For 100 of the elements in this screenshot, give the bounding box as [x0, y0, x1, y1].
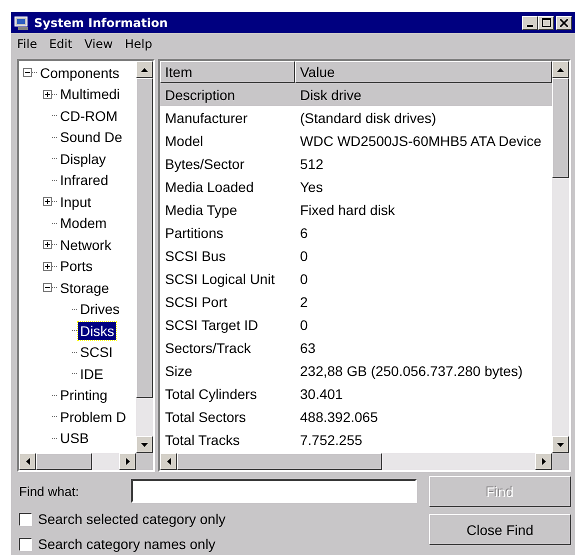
tree-item[interactable]: Ports — [58, 257, 95, 276]
table-cell-text: 488.392.065 — [299, 408, 379, 424]
up-arrow-icon — [141, 68, 148, 72]
tree-item[interactable]: Multimedi — [58, 85, 122, 104]
column-header[interactable]: Item — [160, 61, 295, 83]
minimize-icon — [527, 24, 533, 26]
scroll-right-button[interactable] — [535, 453, 552, 470]
table-cell-text: Manufacturer — [164, 110, 248, 126]
tree-item[interactable]: IDE — [78, 364, 106, 383]
up-arrow-icon — [557, 68, 564, 72]
tree-item[interactable]: Components — [38, 64, 122, 82]
close-button[interactable] — [556, 16, 572, 30]
right-arrow-icon — [126, 458, 130, 465]
scroll-up-button[interactable] — [136, 61, 153, 78]
expand-icon[interactable] — [43, 90, 52, 99]
table-cell-text: Description — [164, 86, 236, 102]
table-cell-text: Sectors/Track — [164, 340, 252, 356]
right-arrow-icon — [542, 458, 546, 465]
scroll-left-button[interactable] — [160, 453, 177, 470]
table-cell-text: Total Tracks — [164, 432, 241, 448]
table-cell-text: WDC WD2500JS-60MHB5 ATA Device — [299, 132, 542, 148]
window-title: System Information — [34, 16, 169, 30]
table-cell-text: 0 — [299, 270, 309, 286]
menu-item[interactable]: Help — [124, 37, 152, 51]
scrollbar-thumb[interactable] — [177, 453, 382, 470]
table-cell-text: 512 — [299, 156, 324, 172]
table-cell-text: 2 — [299, 294, 309, 310]
scrollbar-thumb[interactable] — [552, 78, 569, 178]
table-cell-text: Bytes/Sector — [164, 156, 246, 172]
scroll-up-button[interactable] — [552, 61, 569, 78]
table-cell-text: 30.401 — [299, 386, 344, 402]
left-arrow-icon — [26, 458, 30, 465]
scrollbar-thumb[interactable] — [36, 453, 92, 470]
tree-item[interactable]: Input — [58, 192, 94, 211]
table-cell-text: 7.752.255 — [299, 432, 364, 448]
tree-item[interactable]: Network — [58, 236, 114, 254]
close-find-button[interactable]: Close Find — [429, 514, 571, 545]
expand-icon[interactable] — [43, 197, 52, 206]
find-field[interactable] — [131, 479, 417, 503]
tree-item[interactable]: Infrared — [58, 171, 110, 190]
scroll-left-button[interactable] — [19, 453, 36, 470]
collapse-icon[interactable] — [43, 283, 52, 292]
column-header[interactable]: Value — [295, 61, 552, 83]
table-cell-text: SCSI Bus — [164, 248, 227, 264]
tree-item[interactable]: USB — [58, 429, 91, 448]
table-cell-text: Yes — [299, 178, 324, 194]
tree-item[interactable]: Printing — [58, 386, 110, 404]
tree-item[interactable]: Sound De — [58, 128, 124, 146]
table-cell-text: Size — [164, 362, 194, 378]
table-cell-text: 232,88 GB (250.056.737.280 bytes) — [299, 362, 524, 378]
selected-row[interactable]: Description Disk drive — [160, 83, 552, 106]
table-cell-text: Model — [164, 132, 204, 148]
table-cell-text: Total Cylinders — [164, 386, 258, 402]
left-arrow-icon — [166, 458, 170, 465]
table-cell-text: Disk drive — [299, 86, 362, 102]
computer-icon — [14, 14, 30, 30]
table-cell-text: Partitions — [164, 224, 224, 240]
expand-icon[interactable] — [43, 240, 52, 250]
tree-item[interactable]: CD-ROM — [58, 106, 120, 125]
tree-item[interactable]: Storage — [58, 278, 112, 297]
table-cell-text: SCSI Port — [164, 294, 228, 310]
expand-icon[interactable] — [43, 262, 52, 271]
table-cell-text: (Standard disk drives) — [299, 110, 438, 126]
find-label: Find what: — [19, 484, 80, 498]
table-cell-text: Fixed hard disk — [299, 202, 396, 218]
maximize-icon — [542, 18, 550, 27]
table-cell-text: SCSI Logical Unit — [164, 270, 276, 286]
scrollbar-corner — [552, 453, 569, 470]
table-cell-text: 0 — [299, 316, 309, 332]
tree-item[interactable]: Problem D — [58, 408, 128, 426]
tree-item[interactable]: Drives — [78, 300, 122, 318]
scrollbar-corner — [136, 453, 153, 470]
tree-item[interactable]: SCSI — [78, 343, 115, 362]
checkbox[interactable] — [19, 538, 32, 550]
down-arrow-icon — [141, 442, 148, 446]
table-cell-text: 63 — [299, 340, 317, 356]
menu-item[interactable]: View — [84, 37, 113, 51]
scrollbar-thumb[interactable] — [136, 78, 153, 398]
menu-item[interactable]: Edit — [49, 37, 72, 51]
scroll-right-button[interactable] — [119, 453, 136, 470]
option-label: Search category names only — [38, 536, 216, 552]
scroll-down-button[interactable] — [552, 436, 569, 453]
scroll-down-button[interactable] — [136, 436, 153, 453]
menu-item[interactable]: File — [17, 37, 38, 51]
table-cell-text: Media Loaded — [164, 178, 255, 194]
table-cell-text: 6 — [299, 224, 309, 240]
table-cell-text: 0 — [299, 248, 309, 264]
close-icon — [560, 18, 568, 26]
option-label: Search selected category only — [38, 511, 226, 527]
down-arrow-icon — [557, 442, 564, 446]
tree-item[interactable]: Modem — [58, 214, 109, 232]
checkbox[interactable] — [19, 512, 32, 526]
table-cell-text: Total Sectors — [164, 408, 247, 424]
table-cell-text: SCSI Target ID — [164, 316, 260, 332]
collapse-icon[interactable] — [23, 68, 32, 78]
table-cell-text: Media Type — [164, 202, 238, 218]
minimize-button[interactable] — [522, 16, 538, 30]
tree-item[interactable]: Disks — [78, 322, 116, 340]
tree-item[interactable]: Display — [58, 150, 108, 168]
maximize-button[interactable] — [538, 16, 554, 30]
